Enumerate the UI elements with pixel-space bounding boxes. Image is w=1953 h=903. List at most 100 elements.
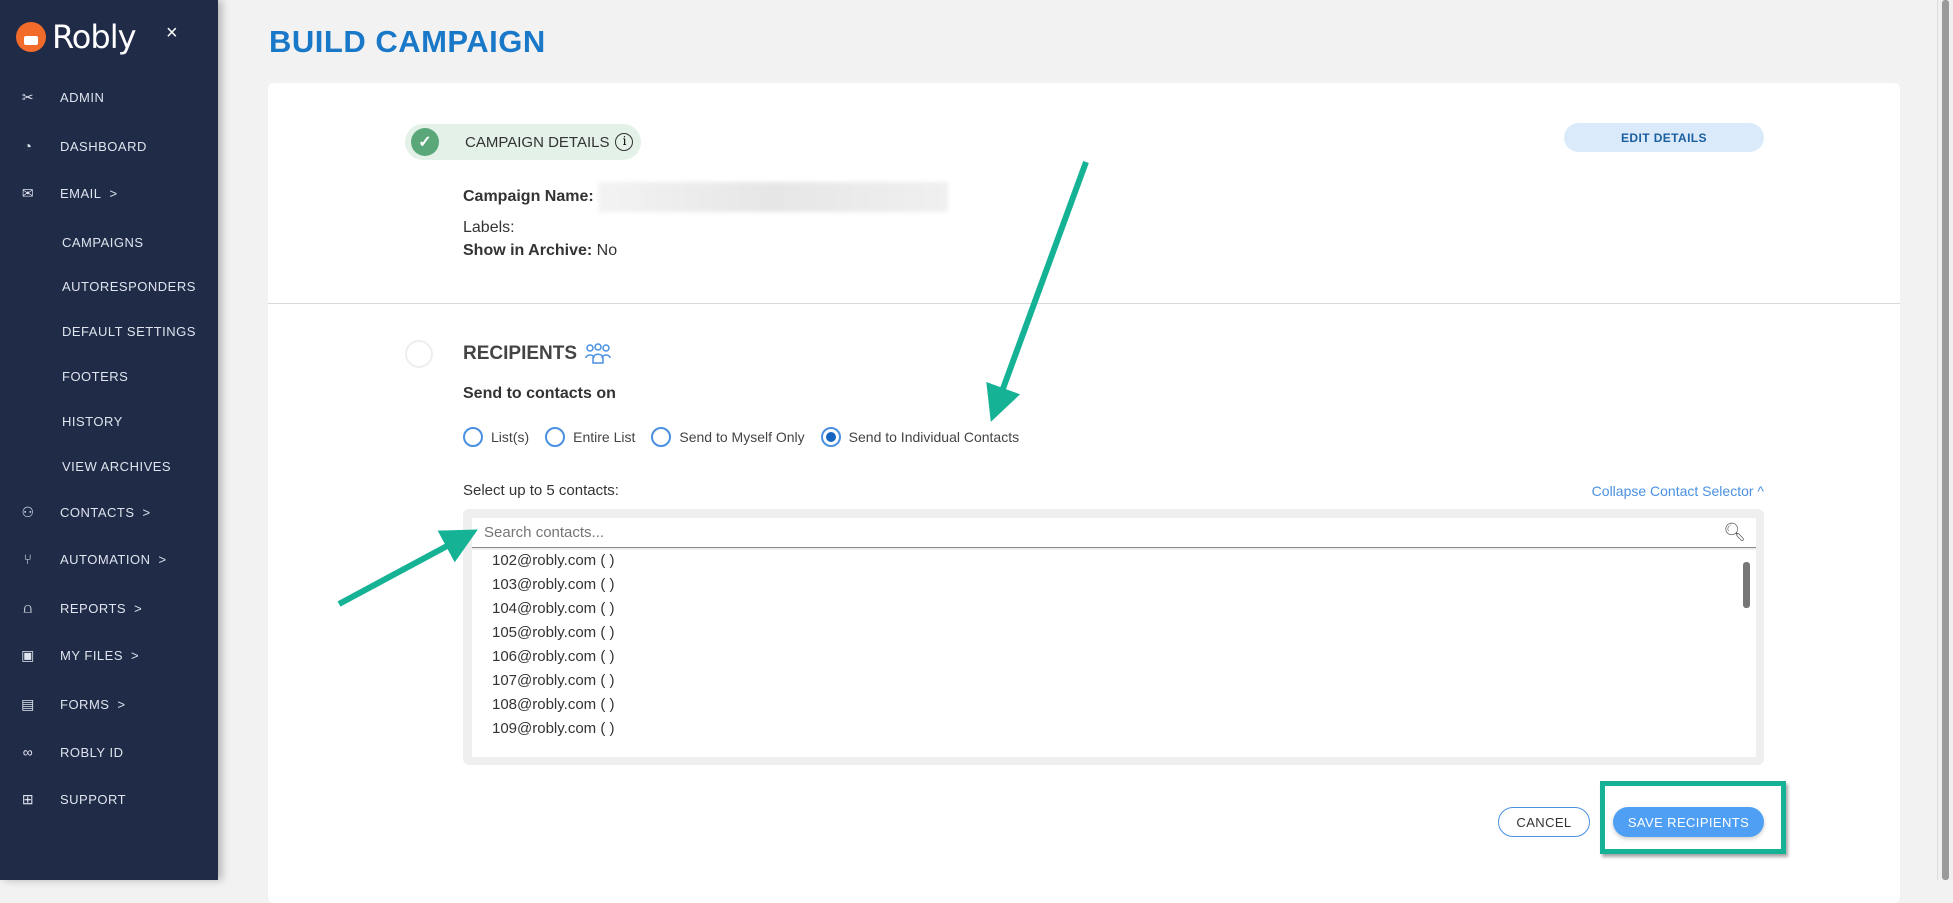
sidebar-item-label: FORMS > [60, 696, 126, 712]
sidebar-item-automation[interactable]: ⑂ AUTOMATION > [0, 549, 218, 569]
automation-icon: ⑂ [23, 551, 33, 567]
campaign-name-label: Campaign Name: [463, 188, 594, 206]
sidebar: Robly × ✂ ADMIN ◔ DASHBOARD ✉ EMAIL > CAMPAIGNS… [0, 0, 218, 880]
sidebar-item-label: HISTORY [62, 413, 123, 429]
sidebar-item-label: CAMPAIGNS [62, 234, 144, 250]
radio-label: Send to Myself Only [679, 429, 805, 445]
annotation-highlight-box [1600, 781, 1786, 854]
robly-logo[interactable]: Robly [16, 18, 137, 56]
step-campaign-details: ✓ CAMPAIGN DETAILS i [405, 124, 641, 160]
chevron-right-icon: > [134, 600, 143, 616]
contact-list-item[interactable]: 109@robly.com ( ) [492, 720, 614, 737]
sidebar-item-label: SUPPORT [60, 791, 127, 807]
contacts-group-icon [585, 343, 611, 364]
campaign-card: ✓ CAMPAIGN DETAILS i EDIT DETAILS Campai… [268, 83, 1900, 903]
sidebar-item-autoresponders[interactable]: AUTORESPONDERS [0, 276, 218, 296]
contact-list-item[interactable]: 104@robly.com ( ) [492, 600, 614, 617]
select-hint: Select up to 5 contacts: [463, 482, 619, 499]
page-scrollbar[interactable] [1937, 0, 1953, 880]
contact-list-item[interactable]: 102@robly.com ( ) [492, 552, 614, 569]
search-contacts-input[interactable] [472, 518, 1756, 548]
radio-label: Entire List [573, 429, 636, 445]
forms-icon: ▤ [21, 695, 35, 712]
edit-details-button[interactable]: EDIT DETAILS [1564, 123, 1764, 152]
contacts-icon: ⚇ [21, 503, 35, 520]
sidebar-item-support[interactable]: ⊞ SUPPORT [0, 789, 218, 809]
sidebar-item-admin[interactable]: ✂ ADMIN [0, 87, 218, 107]
sidebar-item-label: FOOTERS [62, 368, 129, 384]
dashboard-icon: ◔ [23, 138, 33, 154]
step-label: CAMPAIGN DETAILS [465, 133, 610, 151]
contact-list-item[interactable]: 103@robly.com ( ) [492, 576, 614, 593]
sidebar-item-label: MY FILES > [60, 647, 140, 663]
radio-option[interactable]: List(s) [463, 427, 529, 447]
sidebar-item-footers[interactable]: FOOTERS [0, 366, 218, 386]
send-to-label: Send to contacts on [463, 385, 616, 402]
radio-button[interactable] [820, 427, 841, 447]
labels-label: Labels: [463, 219, 515, 236]
divider [268, 303, 1900, 304]
sidebar-item-label: AUTORESPONDERS [62, 278, 196, 294]
chevron-right-icon: > [109, 185, 118, 201]
info-icon[interactable]: i [615, 133, 634, 151]
list-scrollbar[interactable] [1743, 562, 1750, 608]
sidebar-item-email[interactable]: ✉ EMAIL > [0, 183, 218, 203]
chevron-right-icon: > [117, 696, 126, 712]
radio-button[interactable] [651, 427, 672, 447]
radio-button[interactable] [545, 427, 566, 447]
archive-label: Show in Archive: [463, 242, 593, 259]
sidebar-item-label: ADMIN [60, 89, 105, 105]
contact-selector: 🔍︎ 102@robly.com ( ) 103@robly.com ( ) 104… [463, 509, 1764, 765]
page-title: BUILD CAMPAIGN [269, 24, 546, 59]
sidebar-item-view-archives[interactable]: VIEW ARCHIVES [0, 456, 218, 476]
contact-list-item[interactable]: 107@robly.com ( ) [492, 672, 614, 689]
contact-list-item[interactable]: 105@robly.com ( ) [492, 624, 614, 641]
sidebar-item-history[interactable]: HISTORY [0, 411, 218, 431]
chevron-right-icon: > [142, 504, 151, 520]
sidebar-item-dashboard[interactable]: ◔ DASHBOARD [0, 136, 218, 156]
sidebar-item-label: DASHBOARD [60, 138, 147, 154]
chevron-right-icon: > [131, 647, 140, 663]
brand-name: Robly [52, 18, 137, 56]
sidebar-item-contacts[interactable]: ⚇ CONTACTS > [0, 502, 218, 522]
archive-value: No [592, 242, 618, 259]
radio-option[interactable]: Entire List [545, 427, 635, 447]
sidebar-item-my-files[interactable]: ▣ MY FILES > [0, 645, 218, 665]
sidebar-item-label: AUTOMATION > [60, 551, 167, 567]
search-icon[interactable]: 🔍︎ [1723, 522, 1746, 543]
radio-label: List(s) [491, 429, 530, 445]
sidebar-item-label: REPORTS > [60, 600, 143, 616]
sidebar-item-label: DEFAULT SETTINGS [62, 323, 196, 339]
sidebar-item-label: EMAIL > [60, 185, 118, 201]
send-mode-radio-group: List(s) Entire List Send to Myself Only Sen… [463, 427, 1035, 447]
chevron-right-icon: > [158, 551, 167, 567]
radio-label: Send to Individual Contacts [848, 429, 1020, 445]
sidebar-item-reports[interactable]: ⩍ REPORTS > [0, 598, 218, 618]
contact-list-item[interactable]: 106@robly.com ( ) [492, 648, 614, 665]
radio-option[interactable]: Send to Myself Only [651, 427, 805, 447]
sidebar-item-campaigns[interactable]: CAMPAIGNS [0, 232, 218, 252]
campaign-name-value-blurred [597, 182, 948, 212]
contact-list-item[interactable]: 108@robly.com ( ) [492, 696, 614, 713]
recipients-title: RECIPIENTS [463, 343, 578, 364]
radio-button[interactable] [463, 427, 483, 447]
support-icon: ⊞ [21, 790, 35, 807]
sidebar-item-label: CONTACTS > [60, 504, 151, 520]
sidebar-item-label: VIEW ARCHIVES [62, 458, 172, 474]
email-icon: ✉ [21, 184, 35, 201]
close-sidebar-icon[interactable]: × [166, 22, 178, 45]
sidebar-item-default-settings[interactable]: DEFAULT SETTINGS [0, 321, 218, 341]
admin-icon: ✂ [21, 88, 35, 105]
step-status-circle [405, 340, 433, 368]
sidebar-item-label: ROBLY ID [60, 744, 124, 760]
reports-icon: ⩍ [23, 599, 33, 616]
contact-list: 102@robly.com ( ) 103@robly.com ( ) 104@ro… [472, 550, 1756, 757]
sidebar-item-forms[interactable]: ▤ FORMS > [0, 694, 218, 714]
radio-option[interactable]: Send to Individual Contacts [820, 427, 1020, 447]
cancel-button[interactable]: CANCEL [1498, 807, 1590, 837]
sidebar-item-robly-id[interactable]: ∞ ROBLY ID [0, 742, 218, 762]
robly-bird-icon [16, 22, 46, 52]
collapse-contact-selector-link[interactable]: Collapse Contact Selector ^ [1592, 483, 1764, 499]
robly-id-icon: ∞ [22, 744, 34, 760]
my-files-icon: ▣ [21, 646, 35, 663]
